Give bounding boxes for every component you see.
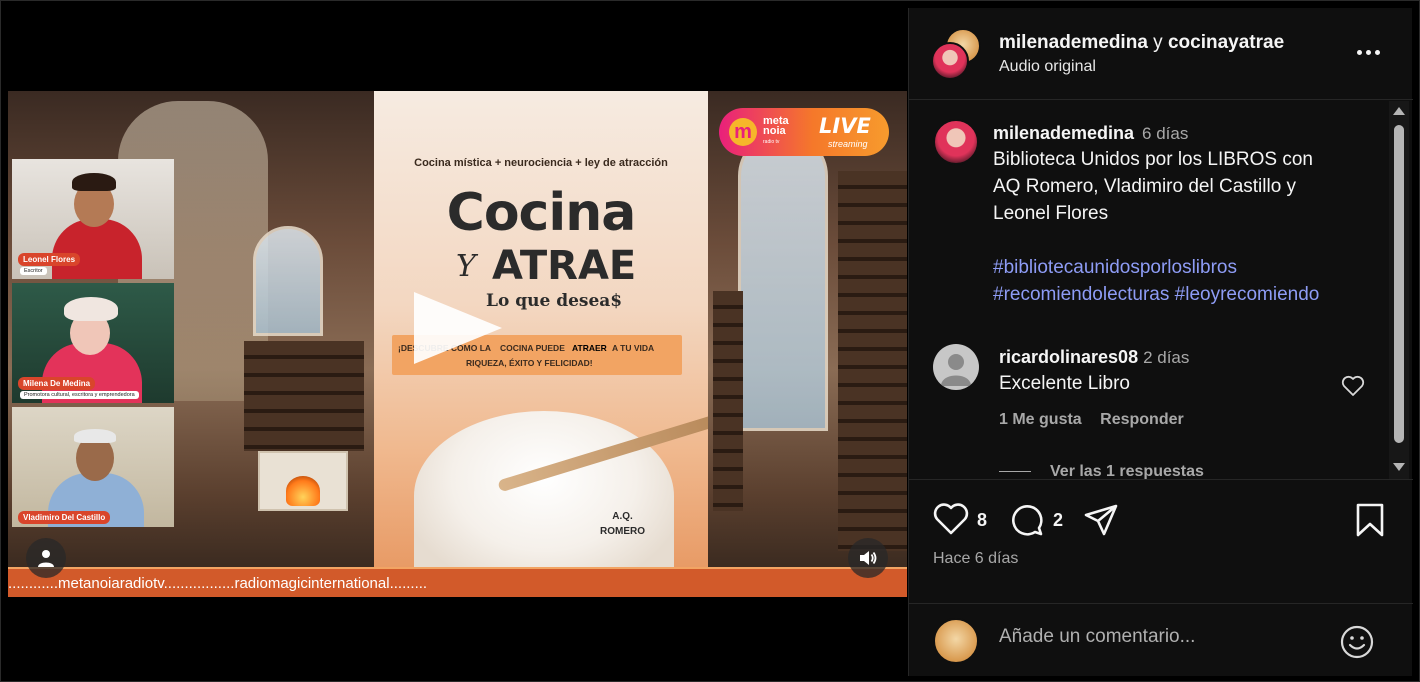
share-icon[interactable] xyxy=(1083,502,1119,538)
participant-role: Promotora cultural, escritora y emprende… xyxy=(20,391,139,399)
post-panel: milenademedina y cocinayatrae Audio orig… xyxy=(908,8,1413,676)
like-heart-icon[interactable] xyxy=(933,502,969,536)
more-options-button[interactable] xyxy=(1349,38,1389,68)
bookmark-icon[interactable] xyxy=(1355,502,1385,538)
more-dot-icon xyxy=(1366,50,1371,55)
reply-button[interactable]: Responder xyxy=(1100,411,1184,428)
live-text: LIVE xyxy=(819,114,871,138)
news-ticker: ............metanoiaradiotv.............… xyxy=(8,567,907,597)
comment-text: Excelente Libro xyxy=(999,373,1130,394)
participant-tile-milena: Milena De Medina Promotora cultural, esc… xyxy=(12,283,174,403)
participant-tile-vladimiro: Vladimiro Del Castillo xyxy=(12,407,174,527)
volume-icon xyxy=(860,551,877,565)
comments-section: milenademedina 6 días Biblioteca Unidos p… xyxy=(909,101,1413,479)
more-dot-icon xyxy=(1357,50,1362,55)
book-subtitle: Cocina mística + neurociencia + ley de a… xyxy=(414,157,668,169)
avatar[interactable] xyxy=(933,119,979,165)
avatar[interactable] xyxy=(933,344,979,390)
likes-count[interactable]: 8 xyxy=(977,510,987,531)
library-window-right xyxy=(738,131,828,431)
library-window xyxy=(253,226,323,336)
comment-time[interactable]: 2 días xyxy=(1143,348,1189,367)
more-dot-icon xyxy=(1375,50,1380,55)
participant-role: Escritor xyxy=(20,267,47,275)
tagged-users-button[interactable] xyxy=(26,538,66,578)
banner-text-d: A TU VIDA xyxy=(612,343,655,353)
heart-icon[interactable] xyxy=(1341,375,1365,397)
scroll-thumb[interactable] xyxy=(1394,125,1404,443)
hashtag-link[interactable]: #bibliotecaunidosporloslibros xyxy=(993,254,1383,281)
book-title-atrae: ATRAE xyxy=(492,243,637,289)
current-user-avatar xyxy=(933,618,979,664)
book-author: A.Q. ROMERO xyxy=(600,509,645,539)
post-header: milenademedina y cocinayatrae Audio orig… xyxy=(909,8,1413,100)
author-link-1[interactable]: milenademedina xyxy=(999,32,1148,53)
comments-scrollbar[interactable] xyxy=(1389,101,1409,479)
scroll-up-icon[interactable] xyxy=(1393,107,1405,115)
book-tagline: Lo que desea$ xyxy=(486,291,623,311)
banner-text-b: COCINA PUEDE xyxy=(500,343,565,353)
caption-line: Leonel Flores xyxy=(993,203,1109,224)
comment-input[interactable] xyxy=(999,622,1329,652)
book-title-y: Y xyxy=(456,249,476,284)
caption-line: AQ Romero, Vladimiro del Castillo y xyxy=(993,176,1297,197)
media-viewer: Leonel Flores Escritor Milena De Medina … xyxy=(8,8,907,676)
comment-likes[interactable]: 1 Me gusta xyxy=(999,411,1082,428)
avatar-milenademedina[interactable] xyxy=(931,42,969,80)
bookshelf-mid xyxy=(713,291,743,511)
ticker-text: ............metanoiaradiotv.............… xyxy=(8,575,428,592)
caption-line: Biblioteca Unidos por los LIBROS con xyxy=(993,149,1313,170)
participant-name: Leonel Flores xyxy=(18,253,81,266)
streaming-text: streaming xyxy=(828,139,868,149)
scroll-down-icon[interactable] xyxy=(1393,463,1405,471)
comment-item: ricardolinares08 2 días Excelente Libro 1… xyxy=(999,347,1369,429)
author-link-2[interactable]: cocinayatrae xyxy=(1168,32,1284,53)
live-streaming-badge: m meta noia radio tv LIVE streaming xyxy=(719,108,889,156)
participant-name: Vladimiro Del Castillo xyxy=(18,511,111,524)
comment-author[interactable]: ricardolinares08 xyxy=(999,347,1138,367)
video-player[interactable]: Leonel Flores Escritor Milena De Medina … xyxy=(8,91,907,597)
view-replies-button[interactable]: Ver las 1 respuestas xyxy=(1050,463,1204,479)
author-line1: A.Q. xyxy=(612,511,633,522)
caption-author[interactable]: milenademedina xyxy=(993,123,1134,143)
replies-divider xyxy=(999,471,1031,472)
banner-text-c: ATRAER xyxy=(572,343,607,353)
play-icon[interactable] xyxy=(414,292,502,364)
default-avatar-icon xyxy=(941,354,971,386)
post-caption: milenademedina 6 días Biblioteca Unidos p… xyxy=(993,123,1383,308)
post-authors: milenademedina y cocinayatrae xyxy=(999,32,1284,54)
collab-avatars[interactable] xyxy=(931,28,989,82)
comment-composer xyxy=(909,603,1413,676)
rice-bowl xyxy=(414,411,674,567)
hashtag-link[interactable]: #recomiendolecturas #leoyrecomiendo xyxy=(993,281,1383,308)
noia-text: noia xyxy=(763,125,786,137)
app-frame: Leonel Flores Escritor Milena De Medina … xyxy=(0,0,1420,682)
author-conjunction: y xyxy=(1153,32,1163,53)
comments-count[interactable]: 2 xyxy=(1053,510,1063,531)
metanoia-wordmark: meta noia xyxy=(763,116,789,137)
post-actions: 8 2 Hace 6 días xyxy=(909,479,1413,603)
metanoia-logo: m xyxy=(729,118,757,146)
author-line2: ROMERO xyxy=(600,526,645,537)
book-title-cocina: Cocina xyxy=(446,183,637,243)
participant-tile-leonel: Leonel Flores Escritor xyxy=(12,159,174,279)
caption-time[interactable]: 6 días xyxy=(1142,124,1188,143)
posted-time[interactable]: Hace 6 días xyxy=(933,550,1018,568)
audio-link[interactable]: Audio original xyxy=(999,58,1096,76)
radio-tv-text: radio tv xyxy=(763,139,780,145)
emoji-icon[interactable] xyxy=(1339,624,1375,660)
participant-name: Milena De Medina xyxy=(18,377,96,390)
bookshelf-right xyxy=(838,171,907,551)
user-icon xyxy=(38,550,54,567)
bookshelf xyxy=(244,341,364,451)
comment-icon[interactable] xyxy=(1009,502,1045,538)
fire xyxy=(286,476,320,506)
mute-button[interactable] xyxy=(848,538,888,578)
